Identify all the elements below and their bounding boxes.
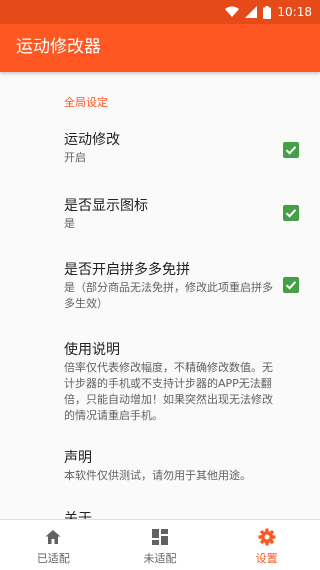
pref-title: 是否开启拼多多免拼 xyxy=(64,262,190,278)
status-time: 10:18 xyxy=(277,5,312,19)
pref-motion-modify[interactable]: 运动修改 开启 xyxy=(64,130,280,166)
nav-label: 未适配 xyxy=(143,552,177,565)
nav-label: 设置 xyxy=(255,552,278,565)
pref-show-icon[interactable]: 是否显示图标 是 xyxy=(64,196,280,232)
pref-instructions[interactable]: 使用说明 倍率仅代表修改幅度，不精确修改数值。无计步器的手机或不支持计步器的AP… xyxy=(64,340,280,424)
nav-unadapted[interactable]: 未适配 xyxy=(107,520,214,570)
pref-summary: 是（部分商品无法免拼，修改此项重启拼多多生效） xyxy=(64,281,273,310)
pdd-free-checkbox[interactable] xyxy=(283,277,299,293)
motion-modify-checkbox[interactable] xyxy=(283,142,299,158)
home-icon xyxy=(45,530,61,544)
signal-icon xyxy=(245,6,258,18)
grid-icon xyxy=(152,529,168,545)
nav-label: 已适配 xyxy=(36,552,70,565)
nav-adapted[interactable]: 已适配 xyxy=(0,520,107,570)
pref-disclaimer[interactable]: 声明 本软件仅供测试，请勿用于其他用途。 xyxy=(64,448,280,484)
pref-summary: 倍率仅代表修改幅度，不精确修改数值。无计步器的手机或不支持计步器的APP无法翻倍… xyxy=(64,361,273,422)
status-icons: 10:18 xyxy=(225,4,312,20)
app-bar: 运动修改器 xyxy=(0,24,320,72)
gear-icon xyxy=(258,528,276,546)
bottom-nav: 已适配 未适配 设置 xyxy=(0,519,320,570)
pref-title: 声明 xyxy=(64,450,92,466)
check-icon xyxy=(285,209,297,218)
pref-pdd-free[interactable]: 是否开启拼多多免拼 是（部分商品无法免拼，修改此项重启拼多多生效） xyxy=(64,260,280,312)
battery-icon xyxy=(263,5,272,19)
pref-title: 是否显示图标 xyxy=(64,198,148,214)
check-icon xyxy=(285,281,297,290)
pref-about[interactable]: 关于 xyxy=(64,509,280,519)
wifi-icon xyxy=(225,6,240,17)
pref-summary: 是 xyxy=(64,217,75,230)
check-icon xyxy=(285,146,297,155)
section-header: 全局设定 xyxy=(64,96,108,109)
pref-title: 运动修改 xyxy=(64,132,120,148)
show-icon-checkbox[interactable] xyxy=(283,205,299,221)
pref-title: 关于 xyxy=(64,511,92,519)
pref-title: 使用说明 xyxy=(64,342,120,358)
pref-summary: 开启 xyxy=(64,151,86,164)
app-title: 运动修改器 xyxy=(16,37,101,57)
nav-settings[interactable]: 设置 xyxy=(213,520,320,570)
settings-list[interactable]: 全局设定 运动修改 开启 是否显示图标 是 是否开启拼多多免拼 是（部分商品无法… xyxy=(0,72,320,519)
status-bar: 10:18 xyxy=(0,0,320,24)
pref-summary: 本软件仅供测试，请勿用于其他用途。 xyxy=(64,469,251,482)
